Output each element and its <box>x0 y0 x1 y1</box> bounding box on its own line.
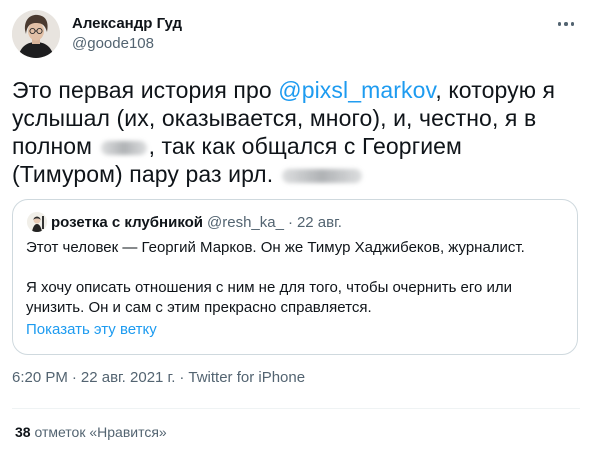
author-handle[interactable]: @goode108 <box>72 34 182 53</box>
more-dot-icon <box>570 22 575 26</box>
avatar[interactable] <box>12 10 60 58</box>
blurred-word <box>100 140 147 155</box>
tweet-source[interactable]: Twitter for iPhone <box>188 369 305 386</box>
quoted-tweet-header: розетка с клубникой @resh_ka_ · 22 авг. <box>27 212 342 232</box>
quoted-tweet-text: Этот человек — Георгий Марков. Он же Тим… <box>26 238 566 318</box>
author-name[interactable]: Александр Гуд <box>72 14 182 33</box>
quoted-paragraph: Я хочу описать отношения с ним не для то… <box>26 279 513 316</box>
divider <box>12 408 580 409</box>
meta-separator: · <box>179 369 185 386</box>
more-options-button[interactable] <box>552 14 580 34</box>
tweet-date[interactable]: 22 авг. 2021 г. <box>81 369 175 386</box>
quoted-author-photo-icon <box>27 212 47 232</box>
more-dot-icon <box>557 22 562 26</box>
tweet-time[interactable]: 6:20 PM <box>12 369 68 386</box>
quoted-author-handle: @resh_ka_ <box>207 213 284 231</box>
quoted-tweet[interactable]: розетка с клубникой @resh_ka_ · 22 авг. … <box>12 199 578 355</box>
likes-label: отметок «Нравится» <box>30 424 167 440</box>
likes-count[interactable]: 38 отметок «Нравится» <box>15 424 167 440</box>
tweet-meta: 6:20 PM · 22 авг. 2021 г. · Twitter for iPho… <box>12 369 305 386</box>
quoted-separator: · <box>287 213 293 231</box>
quoted-date: 22 авг. <box>296 213 342 231</box>
tweet-text-part1: Это первая история про <box>12 77 279 103</box>
quoted-author-name: розетка с клубникой <box>51 213 204 231</box>
quoted-avatar <box>27 212 47 232</box>
more-dot-icon <box>564 22 568 26</box>
author-info[interactable]: Александр Гуд @goode108 <box>72 14 182 53</box>
mention-link[interactable]: @pixsl_markov <box>278 77 435 103</box>
author-photo-icon <box>12 10 60 58</box>
tweet-text: Это первая история про @pixsl_markov, ко… <box>12 76 578 188</box>
meta-separator: · <box>71 369 77 386</box>
blurred-word <box>281 168 362 183</box>
quoted-paragraph: Этот человек — Георгий Марков. Он же Тим… <box>26 239 525 256</box>
tweet: Александр Гуд @goode108 Это первая истор… <box>0 0 592 451</box>
likes-number: 38 <box>15 424 31 440</box>
show-thread-link[interactable]: Показать эту ветку <box>26 321 157 338</box>
